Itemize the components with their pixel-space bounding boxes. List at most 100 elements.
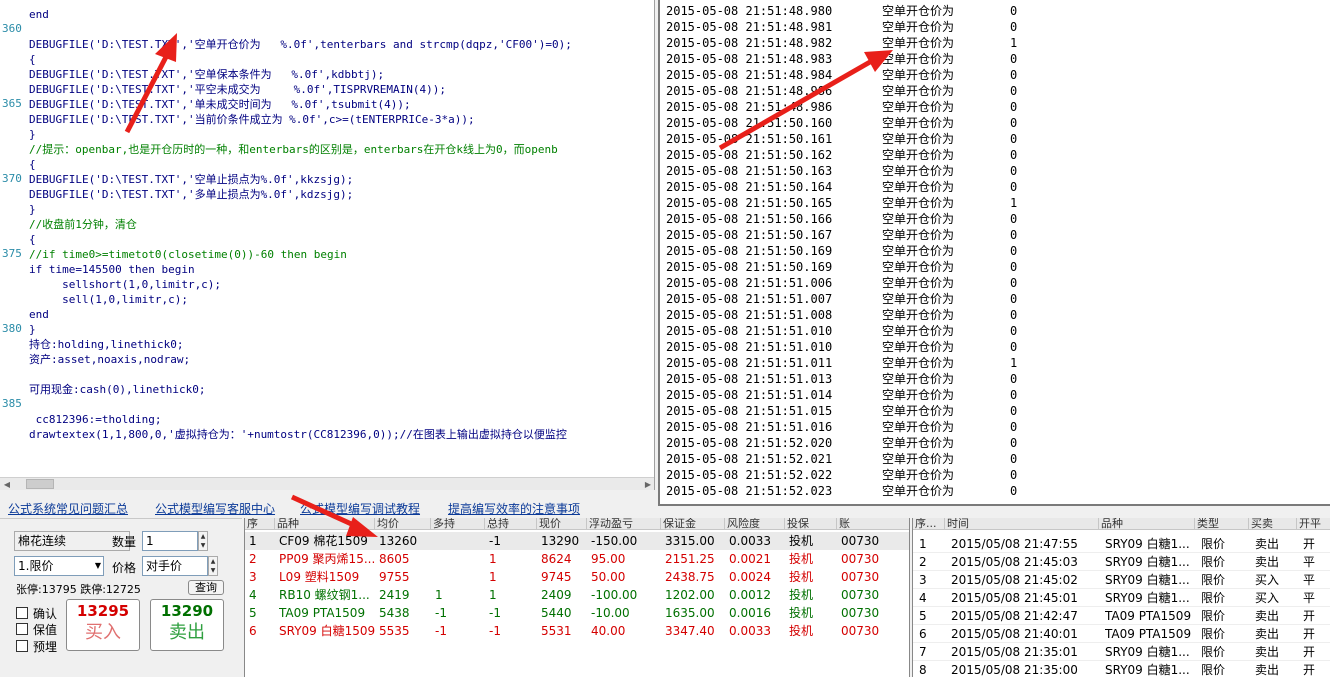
trades-header-cell[interactable]: 序... — [913, 518, 945, 530]
log-row: 2015-05-08 21:51:48.981 空单开仓价为 0 — [666, 19, 1017, 35]
trades-row[interactable]: 1 2015/05/08 21:47:55 SRY09 白糖1... 限价 卖出 开 — [913, 535, 1330, 553]
trades-row[interactable]: 8 2015/05/08 21:35:00 SRY09 白糖1... 限价 卖出 开 — [913, 661, 1330, 677]
log-value: 1 — [1010, 36, 1018, 50]
trades-header-cell[interactable]: 时间 — [945, 518, 1099, 530]
price-stepper[interactable]: ▲ ▼ — [208, 556, 218, 576]
hedge-checkbox[interactable] — [16, 623, 28, 635]
confirm-checkbox[interactable] — [16, 607, 28, 619]
log-row: 2015-05-08 21:51:50.161 空单开仓价为 0 — [666, 131, 1017, 147]
positions-row[interactable]: 4 RB10 螺纹钢1... 2419 1 1 2409 -100.00 1202.00 0.0… — [245, 586, 909, 604]
trades-cell: 4 — [919, 591, 927, 605]
positions-header-cell[interactable]: 现价 — [537, 518, 587, 530]
positions-cell: -150.00 — [591, 534, 638, 548]
trades-row[interactable]: 3 2015/05/08 21:45:02 SRY09 白糖1... 限价 买入 平 — [913, 571, 1330, 589]
code-line[interactable]: DEBUGFILE('D:\TEST.TXT','当前价条件成立为 %.0f',… — [29, 112, 475, 127]
positions-header-cell[interactable]: 保证金 — [661, 518, 725, 530]
trades-table: 序... 时间 品种 类型 买卖 开平 1 2015/05/08 21:47:55 SRY09 … — [912, 518, 1330, 677]
formula-code-editor[interactable]: 360 365 370 375 380 385 end DEBUGFILE('D:… — [0, 0, 655, 490]
positions-header-cell[interactable]: 浮动盈亏 — [587, 518, 661, 530]
code-line[interactable]: } — [29, 127, 36, 142]
code-line[interactable]: DEBUGFILE('D:\TEST.TXT','空单开仓价为 %.0f',te… — [29, 37, 572, 52]
trades-cell: 买入 — [1255, 573, 1280, 587]
spin-down-icon[interactable]: ▼ — [209, 566, 217, 575]
spin-down-icon[interactable]: ▼ — [199, 541, 207, 550]
spin-up-icon[interactable]: ▲ — [199, 532, 207, 541]
trades-header-cell[interactable]: 品种 — [1099, 518, 1195, 530]
code-line[interactable]: DEBUGFILE('D:\TEST.TXT','多单止损点为%.0f',kdz… — [29, 187, 353, 202]
horizontal-scrollbar[interactable]: ◀ ▶ — [0, 477, 654, 490]
positions-cell: 2 — [249, 552, 257, 566]
scroll-right-icon[interactable]: ▶ — [642, 479, 654, 490]
code-line[interactable]: end — [29, 7, 49, 22]
code-line[interactable]: } — [29, 202, 36, 217]
code-line[interactable]: { — [29, 232, 36, 247]
quantity-stepper[interactable]: ▲ ▼ — [198, 531, 208, 551]
code-line[interactable]: DEBUGFILE('D:\TEST.TXT','单未成交时间为 %.0f',t… — [29, 97, 411, 112]
positions-header-cell[interactable]: 品种 — [275, 518, 375, 530]
code-line[interactable]: 资产:asset,noaxis,nodraw; — [29, 352, 190, 367]
trades-header-cell[interactable]: 买卖 — [1249, 518, 1297, 530]
positions-header-cell[interactable]: 账 — [837, 518, 909, 530]
code-line[interactable]: DEBUGFILE('D:\TEST.TXT','平空未成交为 %.0f',TI… — [29, 82, 446, 97]
positions-row[interactable]: 5 TA09 PTA1509 5438 -1 -1 5440 -10.00 1635.00 0.… — [245, 604, 909, 622]
positions-header-cell[interactable]: 多持 — [431, 518, 485, 530]
positions-cell: 投机 — [789, 552, 814, 566]
code-line[interactable]: { — [29, 157, 36, 172]
buy-button[interactable]: 13295 买入 — [66, 599, 140, 651]
link-faq[interactable]: 公式系统常见问题汇总 — [8, 500, 128, 517]
positions-row[interactable]: 6 SRY09 白糖1509 5535 -1 -1 5531 40.00 3347.40 0.0… — [245, 622, 909, 640]
trades-row[interactable]: 5 2015/05/08 21:42:47 TA09 PTA1509 限价 卖出 开 — [913, 607, 1330, 625]
code-line[interactable]: sellshort(1,0,limitr,c); — [29, 277, 221, 292]
code-line[interactable]: end — [29, 307, 49, 322]
positions-cell: 0.0024 — [729, 570, 771, 584]
spin-up-icon[interactable]: ▲ — [209, 557, 217, 566]
query-button[interactable]: 查询 — [188, 580, 224, 595]
confirm-label: 确认 — [33, 607, 58, 621]
code-area[interactable]: end DEBUGFILE('D:\TEST.TXT','空单开仓价为 %.0f'… — [29, 0, 654, 478]
trades-row[interactable]: 6 2015/05/08 21:40:01 TA09 PTA1509 限价 卖出 开 — [913, 625, 1330, 643]
sell-button[interactable]: 13290 卖出 — [150, 599, 224, 651]
positions-row[interactable]: 2 PP09 聚丙烯15... 8605 1 8624 95.00 2151.25 0.002… — [245, 550, 909, 568]
code-line[interactable]: //提示：openbar,也是开仓历时的一种，和enterbars的区别是，en… — [29, 142, 558, 157]
link-efficiency-tips[interactable]: 提高编写效率的注意事项 — [448, 500, 580, 517]
price-input[interactable]: 对手价 — [142, 556, 208, 576]
code-line[interactable]: DEBUGFILE('D:\TEST.TXT','空单保本条件为 %.0f',k… — [29, 67, 384, 82]
code-line[interactable]: if time=145500 then begin — [29, 262, 195, 277]
code-line[interactable]: //收盘前1分钟，清仓 — [29, 217, 137, 232]
preset-checkbox[interactable] — [16, 640, 28, 652]
positions-header-cell[interactable]: 投保 — [785, 518, 837, 530]
trades-row[interactable]: 7 2015/05/08 21:35:01 SRY09 白糖1... 限价 卖出 开 — [913, 643, 1330, 661]
trades-row[interactable]: 4 2015/05/08 21:45:01 SRY09 白糖1... 限价 买入 平 — [913, 589, 1330, 607]
positions-row[interactable]: 1 CF09 棉花1509 13260 -1 13290 -150.00 3315.00 0.… — [245, 532, 909, 550]
positions-cell: 00730 — [841, 534, 880, 548]
code-line[interactable]: } — [29, 322, 36, 337]
log-row: 2015-05-08 21:51:52.021 空单开仓价为 0 — [666, 451, 1017, 467]
code-line[interactable]: { — [29, 52, 36, 67]
code-line[interactable]: DEBUGFILE('D:\TEST.TXT','空单止损点为%.0f',kkz… — [29, 172, 353, 187]
code-line[interactable]: drawtextex(1,1,800,0,'虚拟持仓为：'+numtostr(C… — [29, 427, 567, 442]
trades-header-cell[interactable]: 开平 — [1297, 518, 1330, 530]
code-line[interactable]: 可用现金:cash(0),linethick0; — [29, 382, 205, 397]
chevron-down-icon[interactable]: ▼ — [95, 557, 101, 575]
trades-row[interactable]: 2 2015/05/08 21:45:03 SRY09 白糖1... 限价 卖出 平 — [913, 553, 1330, 571]
code-line[interactable]: sell(1,0,limitr,c); — [29, 292, 188, 307]
log-timestamp: 2015-05-08 21:51:51.011 — [666, 356, 833, 370]
trades-cell: 2015/05/08 21:40:01 — [951, 627, 1078, 641]
positions-header-cell[interactable]: 风险度 — [725, 518, 785, 530]
link-debug-tutorial[interactable]: 公式模型编写调试教程 — [300, 500, 420, 517]
code-line[interactable]: cc812396:=tholding; — [29, 412, 162, 427]
trades-header-cell[interactable]: 类型 — [1195, 518, 1249, 530]
scrollbar-thumb[interactable] — [26, 479, 54, 489]
positions-cell: SRY09 白糖1509 — [279, 624, 375, 638]
link-service-center[interactable]: 公式模型编写客服中心 — [155, 500, 275, 517]
scroll-left-icon[interactable]: ◀ — [1, 479, 13, 490]
positions-header-cell[interactable]: 序 — [245, 518, 275, 530]
order-type-value: 1.限价 — [18, 559, 54, 573]
quantity-input[interactable]: 1 — [142, 531, 198, 551]
code-line[interactable]: 持仓:holding,linethick0; — [29, 337, 183, 352]
positions-row[interactable]: 3 L09 塑料1509 9755 1 9745 50.00 2438.75 0.0024 投机… — [245, 568, 909, 586]
order-type-select[interactable]: 1.限价 ▼ — [14, 556, 104, 576]
positions-header-cell[interactable]: 均价 — [375, 518, 431, 530]
code-line[interactable]: //if time0>=timetot0(closetime(0))-60 th… — [29, 247, 347, 262]
positions-header-cell[interactable]: 总持 — [485, 518, 537, 530]
